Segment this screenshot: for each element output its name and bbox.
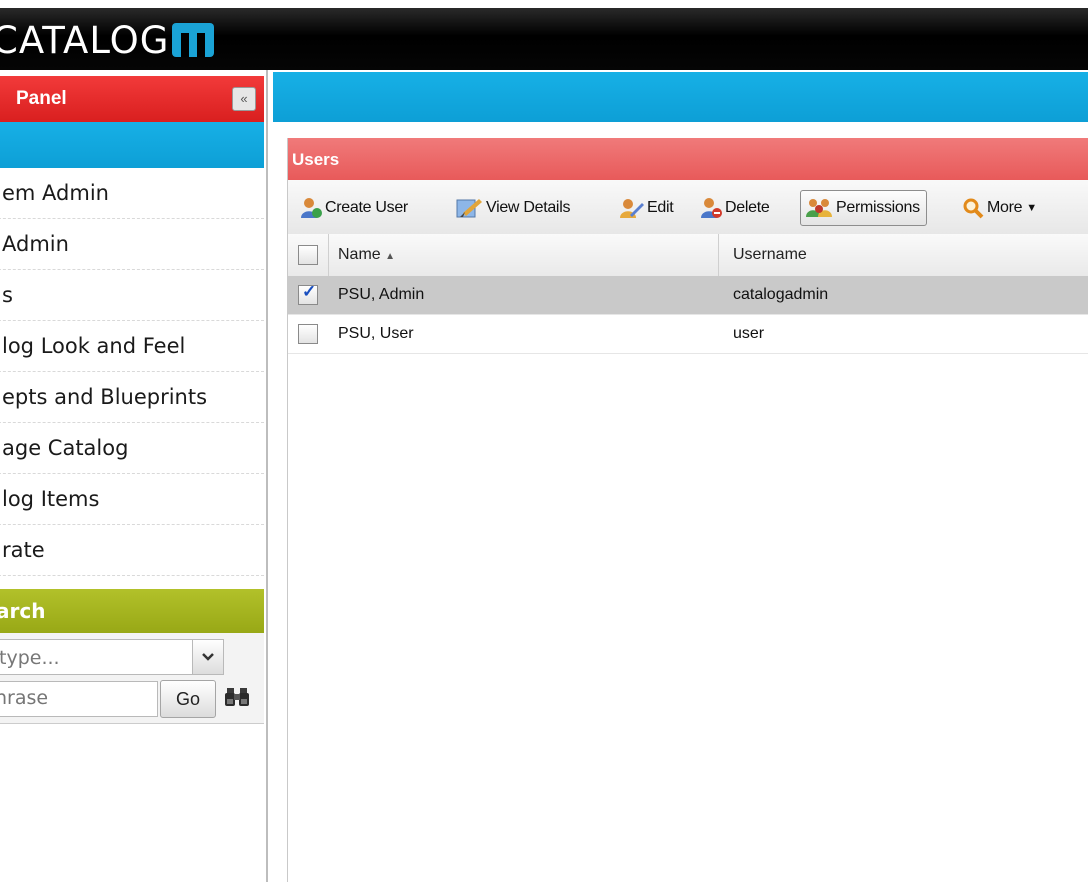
nav-item-label: s [2,283,13,307]
nav-item-catalog-items[interactable]: log Items [0,474,264,525]
app-header: CATALOG [0,0,1088,70]
sort-ascending-icon: ▲ [385,251,396,262]
view-details-button[interactable]: View Details [455,190,570,226]
search-panel-header: arch [0,589,264,633]
nav-item-label: log Look and Feel [2,334,186,358]
nav-item-users[interactable]: s [0,270,264,321]
double-chevron-left-icon[interactable]: « [232,87,256,111]
create-user-button[interactable]: Create User [300,190,408,226]
nav-item-label: rate [2,538,45,562]
edit-label: Edit [647,199,674,216]
nav-item-catalog-look-and-feel[interactable]: log Look and Feel [0,321,264,372]
delete-button[interactable]: Delete [700,190,770,226]
cell-name: PSU, User [338,325,414,342]
edit-button[interactable]: Edit [618,190,674,226]
left-panel: Panel « em Admin Admin s log Look and Fe… [0,70,268,882]
left-panel-subheader [0,122,264,168]
app-logo: CATALOG [0,14,215,66]
nav-item-label: log Items [2,487,100,511]
column-divider[interactable] [718,234,719,276]
search-phrase-input[interactable] [0,682,145,714]
cell-name: PSU, Admin [338,286,425,303]
left-panel-title: Panel [16,88,67,109]
main-header-bar [273,72,1088,122]
row-checkbox[interactable]: ✓ [298,282,318,305]
more-button[interactable]: More ▼ [962,190,1037,226]
nav-item-label: epts and Blueprints [2,385,208,409]
nav-item-moderate[interactable]: rate [0,525,264,576]
create-user-label: Create User [325,199,408,216]
edit-document-icon [455,197,483,219]
nav-item-label: age Catalog [2,436,129,460]
search-type-placeholder: type... [0,647,60,669]
users-panel: Users Create User View Details Edit Dele… [287,138,1088,882]
search-panel-title: arch [0,599,46,623]
users-panel-title: Users [292,150,340,169]
column-header-name[interactable]: Name ▲ [338,246,395,264]
checkmark-icon: ✓ [302,282,317,301]
admin-nav: em Admin Admin s log Look and Feel epts … [0,168,264,576]
nav-item-admin[interactable]: Admin [0,219,264,270]
user-add-icon [300,197,322,219]
logo-mark [172,23,215,57]
users-group-icon [805,197,833,219]
cell-username: user [733,325,765,342]
users-panel-header: Users [288,138,1088,180]
users-grid-header: Name ▲ Username [288,234,1088,277]
column-header-username[interactable]: Username [733,246,807,264]
view-details-label: View Details [486,199,571,216]
nav-item-manage-catalog[interactable]: age Catalog [0,423,264,474]
nav-item-label: em Admin [2,181,109,205]
table-row[interactable]: ✓ PSU, Admin catalogadmin [288,276,1088,315]
permissions-button[interactable]: Permissions [800,190,927,226]
search-go-button[interactable]: Go [160,680,216,718]
column-divider [328,234,329,276]
users-toolbar: Create User View Details Edit Delete Per… [288,180,1088,235]
nav-item-concepts-and-blueprints[interactable]: epts and Blueprints [0,372,264,423]
caret-down-icon: ▼ [1026,202,1037,214]
table-row[interactable]: PSU, User user [288,315,1088,354]
user-delete-icon [700,197,722,219]
more-label: More [987,199,1023,216]
column-name-label: Name [338,246,381,263]
binoculars-icon[interactable] [224,685,250,709]
user-edit-icon [618,197,644,219]
search-type-select[interactable]: type... [0,639,224,675]
cell-username: catalogadmin [733,286,829,303]
permissions-label: Permissions [836,199,920,216]
nav-item-system-admin[interactable]: em Admin [0,168,264,219]
chevron-down-icon[interactable] [192,640,223,674]
logo-text: CATALOG [0,18,170,62]
select-all-checkbox[interactable] [298,245,318,265]
search-icon [962,197,984,219]
row-checkbox[interactable] [298,324,318,344]
delete-label: Delete [725,199,770,216]
search-phrase-field[interactable] [0,681,158,717]
nav-item-label: Admin [2,232,69,256]
search-panel: type... Go [0,633,264,724]
left-panel-header: Panel « [0,76,264,122]
